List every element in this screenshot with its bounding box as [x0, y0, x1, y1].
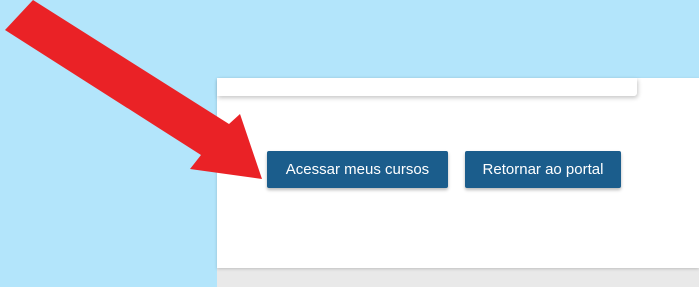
return-to-portal-button[interactable]: Retornar ao portal: [465, 151, 621, 188]
access-my-courses-button[interactable]: Acessar meus cursos: [267, 151, 448, 188]
inner-panel: [217, 78, 637, 96]
page-footer-strip: [217, 268, 699, 287]
